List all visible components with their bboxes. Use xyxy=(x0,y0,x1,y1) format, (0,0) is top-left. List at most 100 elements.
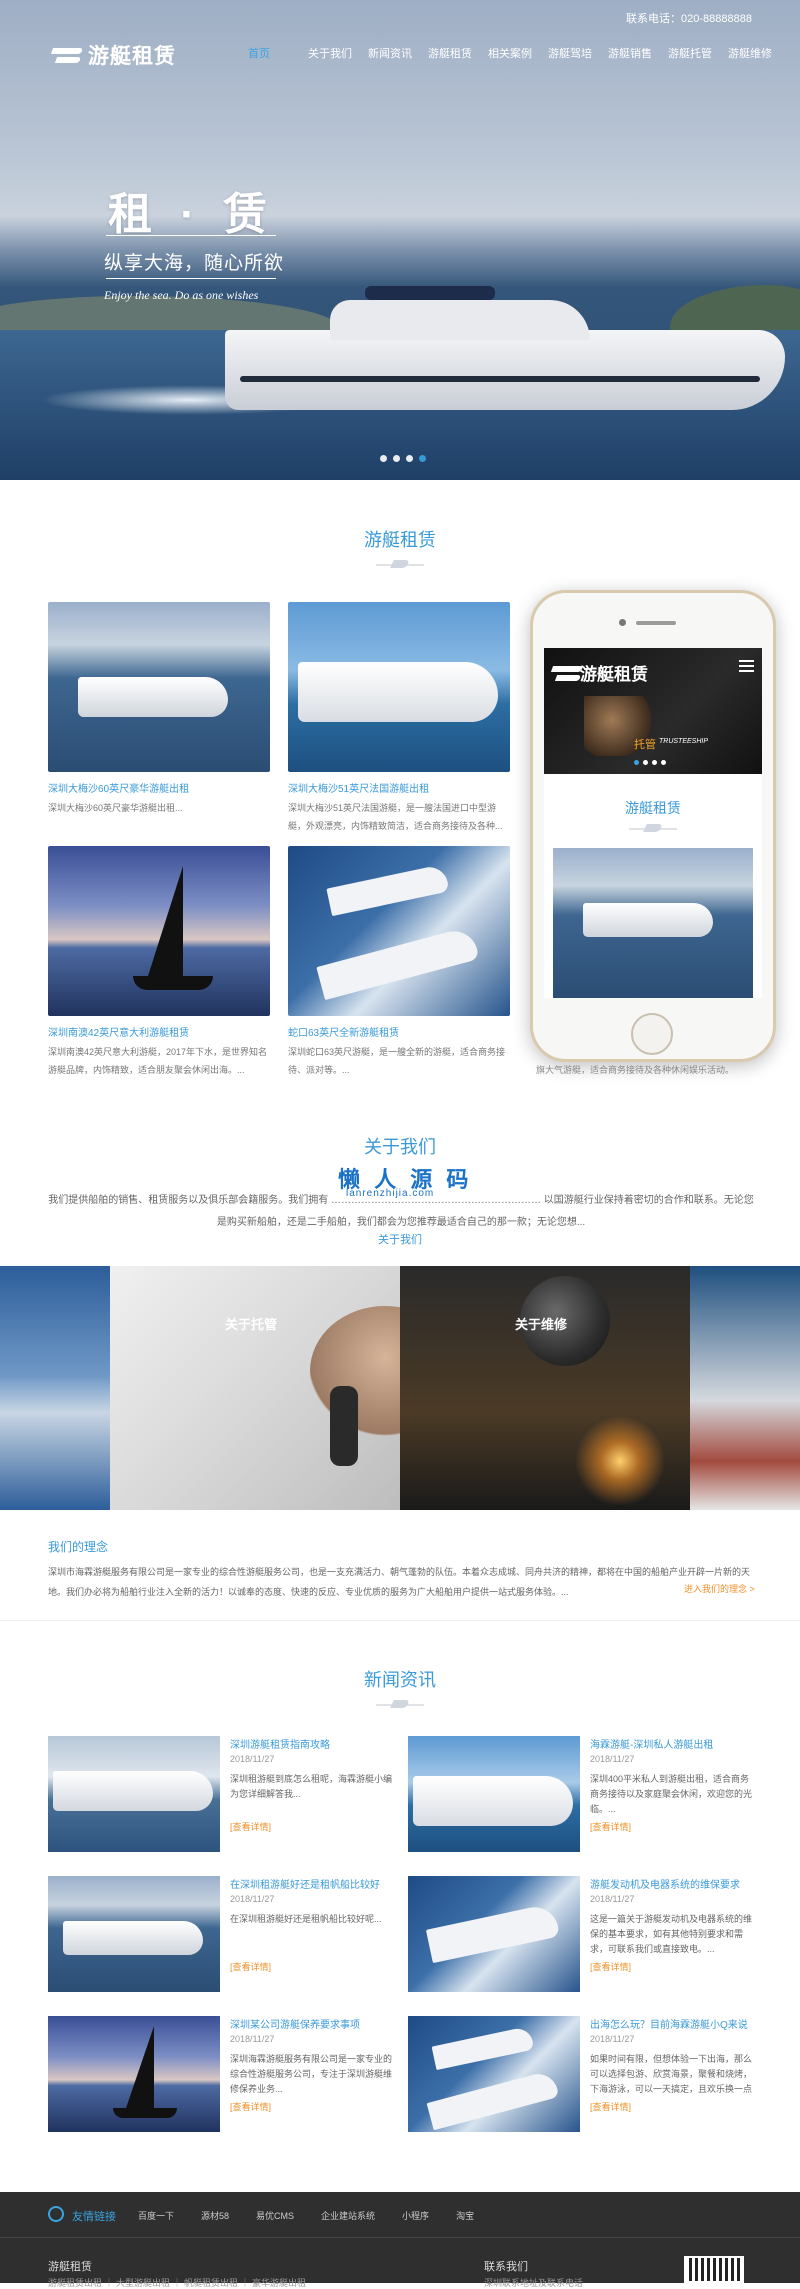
news-image[interactable] xyxy=(48,1876,220,1992)
footer: 友情链接 百度一下 源材58 易优CMS 企业建站系统 小程序 淘宝 游艇租赁 … xyxy=(0,2192,800,2288)
band-label-repair[interactable]: 关于维修 xyxy=(515,1314,567,1333)
rental-card[interactable]: 深圳南澳42英尺意大利游艇租赁 深圳南澳42英尺意大利游艇，2017年下水，是世… xyxy=(48,846,270,1079)
news-item[interactable]: 海霖游艇-深圳私人游艇出租 2018/11/27 深圳400平米私人到游艇出租，… xyxy=(408,1736,758,1852)
friend-link[interactable]: 小程序 xyxy=(402,2209,429,2222)
nav-item-repair[interactable]: 游艇维修 xyxy=(728,45,788,61)
news-excerpt: 深圳租游艇到底怎么租呢，海霖游艇小编为您详细解答我... xyxy=(230,1774,393,1799)
rental-card[interactable]: 蛇口63英尺全新游艇租赁 深圳蛇口63英尺游艇，是一艘全新的游艇，适合商务接待、… xyxy=(288,846,510,1079)
divider xyxy=(0,1620,800,1621)
about-link[interactable]: 关于我们 xyxy=(0,1231,800,1247)
news-title[interactable]: 出海怎么玩？目前海霖游艇小Q来说 xyxy=(590,2016,758,2031)
idea-text: 深圳市海霖游艇服务有限公司是一家专业的综合性游艇服务公司，也是一支充满活力、朝气… xyxy=(48,1567,751,1597)
news-image[interactable] xyxy=(408,2016,580,2132)
news-more-link[interactable]: [查看详情] xyxy=(230,1960,271,1973)
friend-links: 百度一下 源材58 易优CMS 企业建站系统 小程序 淘宝 xyxy=(138,2209,501,2222)
rental-card-title[interactable]: 深圳大梅沙51英尺法国游艇出租 xyxy=(288,780,510,795)
site-logo[interactable]: 游艇租赁 xyxy=(52,40,176,70)
rental-card[interactable]: 深圳大梅沙60英尺豪华游艇出租 深圳大梅沙60英尺豪华游艇出租... xyxy=(48,602,270,835)
rental-card-image[interactable] xyxy=(48,846,270,1016)
trusteeship-image[interactable] xyxy=(110,1266,460,1510)
nav-item-sales[interactable]: 游艇销售 xyxy=(608,45,668,61)
slider-dot[interactable] xyxy=(643,760,648,765)
friend-link[interactable]: 企业建站系统 xyxy=(321,2209,375,2222)
news-more-link[interactable]: [查看详情] xyxy=(590,1960,631,1973)
yacht-image xyxy=(63,1921,203,1955)
yacht-image xyxy=(53,1771,213,1811)
nav-item-about[interactable]: 关于我们 xyxy=(308,45,368,61)
logo-icon xyxy=(52,45,82,65)
rental-card-image[interactable] xyxy=(288,846,510,1016)
news-excerpt: 这是一篇关于游艇发动机及电器系统的维保的基本要求，如有其他特别要求和需求，可联系… xyxy=(590,1914,753,1954)
friend-links-label: 友情链接 xyxy=(72,2211,116,2223)
sailboat-image xyxy=(126,2026,154,2108)
nav-item-cases[interactable]: 相关案例 xyxy=(488,45,548,61)
phone-overflow-text: 旗大气游艇，适合商务接待及各种休闲娱乐活动。 xyxy=(536,1065,735,1075)
nav-item-news[interactable]: 新闻资讯 xyxy=(368,45,428,61)
friend-link[interactable]: 淘宝 xyxy=(456,2209,474,2222)
news-image[interactable] xyxy=(408,1736,580,1852)
phone-logo: 游艇租赁 xyxy=(552,660,648,685)
news-title[interactable]: 游艇发动机及电器系统的维保要求 xyxy=(590,1876,758,1891)
slider-dot[interactable] xyxy=(406,455,413,462)
rental-card-title[interactable]: 深圳大梅沙60英尺豪华游艇出租 xyxy=(48,780,270,795)
rental-card-image[interactable] xyxy=(288,602,510,772)
footer-about-title: 游艇租赁 xyxy=(48,2261,92,2273)
idea-link[interactable]: 进入我们的理念 > xyxy=(684,1582,755,1595)
rental-card-image[interactable] xyxy=(48,602,270,772)
news-more-link[interactable]: [查看详情] xyxy=(590,2100,631,2113)
news-date: 2018/11/27 xyxy=(230,1894,275,1904)
nav-item-training[interactable]: 游艇驾培 xyxy=(548,45,608,61)
slider-dot[interactable] xyxy=(652,760,657,765)
yacht-image xyxy=(583,903,713,937)
news-date: 2018/11/27 xyxy=(590,2034,635,2044)
friend-link[interactable]: 百度一下 xyxy=(138,2209,174,2222)
speedboat-image xyxy=(431,2025,535,2071)
slider-dot-active[interactable] xyxy=(419,455,426,462)
rental-card[interactable]: 深圳大梅沙51英尺法国游艇出租 深圳大梅沙51英尺法国游艇，是一艘法国进口中型游… xyxy=(288,602,510,835)
news-item[interactable]: 深圳游艇租赁指南攻略 2018/11/27 深圳租游艇到底怎么租呢，海霖游艇小编… xyxy=(48,1736,398,1852)
main-nav: 首页 关于我们 新闻资讯 游艇租赁 相关案例 游艇驾培 游艇销售 游艇托管 游艇… xyxy=(248,45,788,61)
nav-item-home[interactable]: 首页 xyxy=(248,45,308,61)
band-label-trusteeship[interactable]: 关于托管 xyxy=(225,1314,277,1333)
rental-card-title[interactable]: 深圳南澳42英尺意大利游艇租赁 xyxy=(48,1024,270,1039)
news-image[interactable] xyxy=(48,1736,220,1852)
menu-icon[interactable] xyxy=(739,660,754,672)
news-title[interactable]: 深圳某公司游艇保养要求事项 xyxy=(230,2016,398,2031)
news-more-link[interactable]: [查看详情] xyxy=(230,1820,271,1833)
nav-item-trusteeship[interactable]: 游艇托管 xyxy=(668,45,728,61)
news-title[interactable]: 海霖游艇-深圳私人游艇出租 xyxy=(590,1736,758,1751)
logo-icon xyxy=(552,663,574,683)
yacht-cabin-image xyxy=(330,300,590,340)
friend-link[interactable]: 易优CMS xyxy=(256,2209,294,2222)
news-image[interactable] xyxy=(48,2016,220,2132)
news-item[interactable]: 在深圳租游艇好还是租帆船比较好 2018/11/27 在深圳租游艇好还是租帆船比… xyxy=(48,1876,398,1992)
repair-image[interactable] xyxy=(400,1266,690,1510)
hero-title: 租 · 赁 xyxy=(108,190,276,239)
news-title[interactable]: 在深圳租游艇好还是租帆船比较好 xyxy=(230,1876,398,1891)
friend-link[interactable]: 源材58 xyxy=(201,2209,229,2222)
slider-dot[interactable] xyxy=(393,455,400,462)
nav-item-rental[interactable]: 游艇租赁 xyxy=(428,45,488,61)
news-excerpt: 深圳400平米私人到游艇出租，适合商务商务接待以及家庭聚会休闲，欢迎您的光临。.… xyxy=(590,1774,753,1814)
news-more-link[interactable]: [查看详情] xyxy=(230,2100,271,2113)
news-item[interactable]: 游艇发动机及电器系统的维保要求 2018/11/27 这是一篇关于游艇发动机及电… xyxy=(408,1876,758,1992)
logo-text: 游艇租赁 xyxy=(88,45,176,68)
phone-banner-tag: 托管 xyxy=(634,739,656,751)
rental-card-title[interactable]: 蛇口63英尺全新游艇租赁 xyxy=(288,1024,510,1039)
slider-dot-active[interactable] xyxy=(634,760,639,765)
news-title[interactable]: 深圳游艇租赁指南攻略 xyxy=(230,1736,398,1751)
news-excerpt: 如果时间有限，但想体验一下出海，那么可以选择包游、欣赏海景，聚餐和烧烤，下海游泳… xyxy=(590,2054,753,2094)
slider-dot[interactable] xyxy=(380,455,387,462)
qr-code-icon xyxy=(684,2256,744,2283)
yacht-hull-image xyxy=(225,330,785,410)
news-item[interactable]: 深圳某公司游艇保养要求事项 2018/11/27 深圳海霖游艇服务有限公司是一家… xyxy=(48,2016,398,2132)
news-more-link[interactable]: [查看详情] xyxy=(590,1820,631,1833)
phone-home-button xyxy=(631,1013,673,1055)
idea-title: 我们的理念 xyxy=(48,1540,109,1554)
speedboat-image xyxy=(316,925,480,1001)
news-item[interactable]: 出海怎么玩？目前海霖游艇小Q来说 2018/11/27 如果时间有限，但想体验一… xyxy=(408,2016,758,2132)
news-image[interactable] xyxy=(408,1876,580,1992)
phone-banner-tag-en: TRUSTEESHIP xyxy=(659,738,709,745)
rental-section-title: 游艇租赁 xyxy=(364,530,436,550)
slider-dot[interactable] xyxy=(661,760,666,765)
